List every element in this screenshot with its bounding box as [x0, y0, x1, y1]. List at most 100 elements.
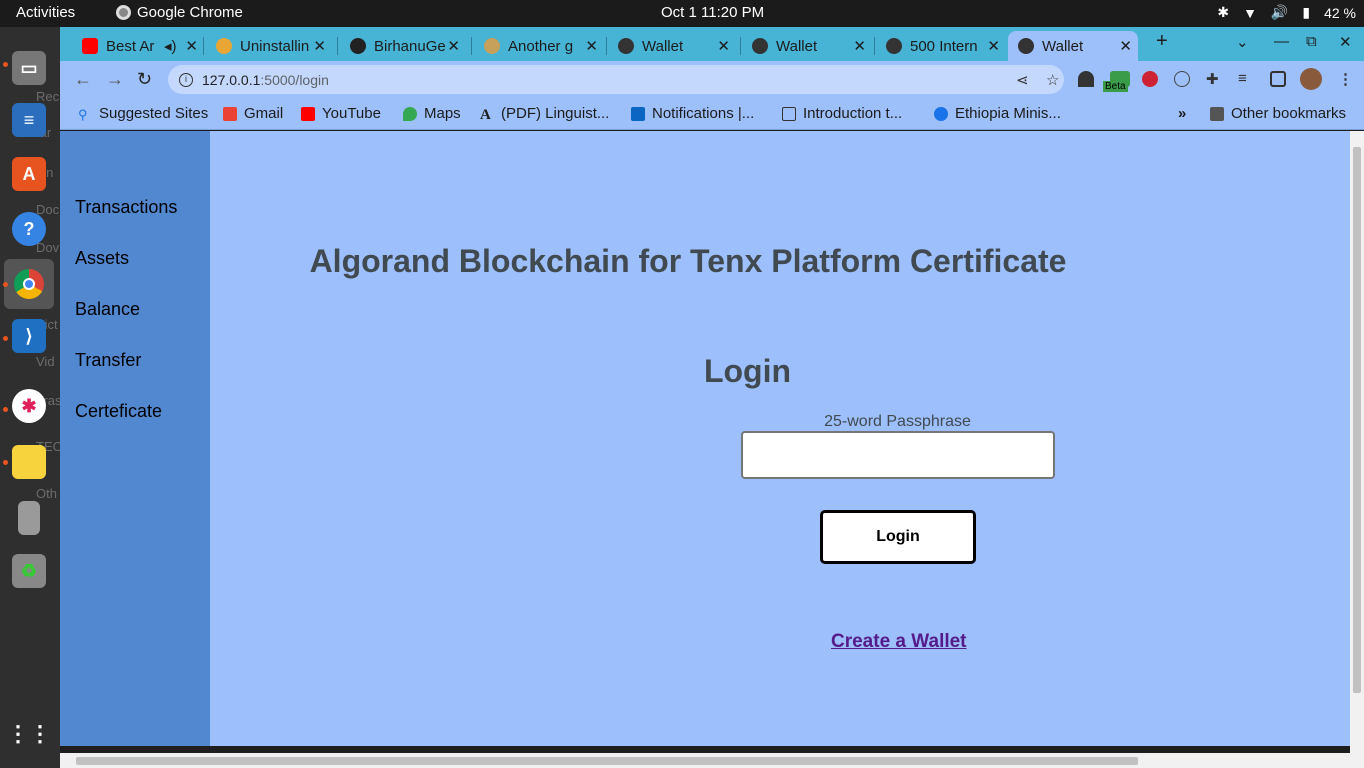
- app-menu[interactable]: Google Chrome: [116, 4, 243, 21]
- tab-uninstalling[interactable]: Uninstallin ✕: [206, 31, 332, 61]
- tab-wallet-active[interactable]: Wallet ✕: [1008, 31, 1138, 61]
- close-tab-icon[interactable]: ✕: [313, 37, 326, 55]
- close-tab-icon[interactable]: ✕: [585, 37, 598, 55]
- youtube-icon: [82, 38, 98, 54]
- battery-icon[interactable]: ▮: [1302, 4, 1310, 21]
- files-icon[interactable]: ▭: [12, 51, 46, 85]
- volume-icon[interactable]: 🔊: [1271, 4, 1288, 21]
- tab-wallet-2[interactable]: Wallet ✕: [742, 31, 872, 61]
- bookmark-item[interactable]: Gmail: [223, 105, 283, 122]
- create-wallet-link[interactable]: Create a Wallet: [831, 631, 967, 653]
- app-name: Google Chrome: [137, 4, 243, 21]
- minimize-button[interactable]: —: [1274, 33, 1289, 50]
- nav-transactions[interactable]: Transactions: [75, 197, 177, 218]
- desktop-label: Oth: [36, 486, 57, 501]
- page-icon: [484, 38, 500, 54]
- clock[interactable]: Oct 1 11:20 PM: [661, 4, 764, 21]
- slack-icon[interactable]: ✱: [12, 389, 46, 423]
- chrome-dock-icon[interactable]: [4, 259, 54, 309]
- system-top-bar: Activities Google Chrome Oct 1 11:20 PM …: [0, 0, 1364, 27]
- bookmark-item[interactable]: Maps: [403, 105, 461, 122]
- bookmark-item[interactable]: Notifications |...: [631, 105, 754, 122]
- close-tab-icon[interactable]: ✕: [1119, 37, 1132, 55]
- forward-button[interactable]: →: [106, 69, 124, 90]
- chrome-icon: [116, 5, 131, 20]
- site-info-icon[interactable]: i: [179, 72, 193, 87]
- dock: Rec tar lon Doc Dov Pict Vid Tras TEC Ot…: [0, 27, 62, 768]
- system-tray[interactable]: ✱ ▼ 🔊 ▮ 42 %: [1217, 4, 1356, 21]
- nav-certificate[interactable]: Certeficate: [75, 401, 162, 422]
- vertical-scrollbar[interactable]: [1350, 131, 1364, 753]
- horizontal-scrollbar[interactable]: [60, 753, 1364, 768]
- login-heading: Login: [703, 353, 792, 389]
- vscode-icon[interactable]: ⟩: [12, 319, 46, 353]
- more-bookmarks-button[interactable]: »: [1178, 105, 1186, 122]
- close-window-button[interactable]: ✕: [1339, 33, 1352, 51]
- beta-badge: Beta: [1103, 81, 1128, 92]
- bookmark-item[interactable]: Introduction t...: [782, 105, 902, 122]
- side-panel-icon[interactable]: [1270, 71, 1286, 87]
- slack-tray-icon[interactable]: ✱: [1217, 4, 1229, 21]
- github-icon: [350, 38, 366, 54]
- extension-icon[interactable]: [1174, 71, 1190, 87]
- new-tab-button[interactable]: +: [1156, 30, 1168, 53]
- close-tab-icon[interactable]: ✕: [987, 37, 1000, 55]
- audio-icon[interactable]: ◂): [164, 37, 177, 55]
- bookmark-item[interactable]: A (PDF) Linguist...: [480, 105, 609, 123]
- trash-icon[interactable]: ♻: [12, 554, 46, 588]
- folder-icon: [1210, 106, 1224, 121]
- sidebar: Transactions Assets Balance Transfer Cer…: [60, 131, 210, 746]
- activities-button[interactable]: Activities: [16, 4, 75, 21]
- tab-search-icon[interactable]: ⌄: [1236, 33, 1249, 51]
- bookmark-star-icon[interactable]: ☆: [1046, 71, 1059, 89]
- close-tab-icon[interactable]: ✕: [717, 37, 730, 55]
- linkedin-icon: [631, 106, 645, 121]
- blocker-extension-icon[interactable]: [1142, 71, 1158, 87]
- tab-another[interactable]: Another g ✕: [474, 31, 604, 61]
- back-button[interactable]: ←: [74, 69, 92, 90]
- sticky-notes-icon[interactable]: [12, 445, 46, 479]
- tab-500-error[interactable]: 500 Intern ✕: [876, 31, 1006, 61]
- nav-assets[interactable]: Assets: [75, 248, 129, 269]
- document-viewer-icon[interactable]: ≡: [12, 103, 46, 137]
- academia-icon: A: [480, 106, 491, 123]
- show-apps-icon[interactable]: ⋮⋮: [7, 717, 51, 751]
- avatar[interactable]: [1300, 68, 1322, 90]
- bookmark-item[interactable]: Ethiopia Minis...: [934, 105, 1061, 122]
- gmail-icon: [223, 106, 237, 121]
- close-tab-icon[interactable]: ✕: [447, 37, 460, 55]
- globe-icon: [886, 38, 902, 54]
- usb-drive-icon[interactable]: [18, 501, 40, 535]
- desktop-label: Rec: [36, 89, 60, 104]
- bookmark-item[interactable]: ⚲ Suggested Sites: [78, 105, 208, 122]
- tab-best[interactable]: Best Ar ◂) ✕: [72, 31, 204, 61]
- login-button[interactable]: Login: [820, 510, 976, 564]
- passphrase-input[interactable]: [741, 431, 1055, 479]
- software-center-icon[interactable]: A: [12, 157, 46, 191]
- close-tab-icon[interactable]: ✕: [853, 37, 866, 55]
- passphrase-label: 25-word Passphrase: [824, 413, 971, 430]
- site-icon: [934, 106, 948, 121]
- close-tab-icon[interactable]: ✕: [185, 37, 198, 55]
- youtube-icon: [301, 106, 315, 121]
- tab-wallet-1[interactable]: Wallet ✕: [608, 31, 736, 61]
- menu-icon[interactable]: ⋮: [1338, 70, 1353, 88]
- web-page: Transactions Assets Balance Transfer Cer…: [60, 131, 1350, 746]
- bookmark-item[interactable]: YouTube: [301, 105, 381, 122]
- help-icon[interactable]: ?: [12, 212, 46, 246]
- tab-strip: Best Ar ◂) ✕ Uninstallin ✕ BirhanuGe ✕ A…: [60, 27, 1364, 61]
- bookmarks-bar: ⚲ Suggested Sites Gmail YouTube Maps A (PD…: [60, 98, 1364, 130]
- extension-icon[interactable]: [1078, 71, 1094, 87]
- desktop-label: Vid: [36, 354, 55, 369]
- wifi-icon[interactable]: ▼: [1243, 5, 1257, 21]
- other-bookmarks[interactable]: Other bookmarks: [1210, 105, 1346, 122]
- extensions-puzzle-icon[interactable]: ✚: [1206, 70, 1219, 88]
- restore-button[interactable]: ⧉: [1306, 33, 1317, 50]
- nav-balance[interactable]: Balance: [75, 299, 140, 320]
- share-icon[interactable]: ⋖: [1016, 71, 1029, 89]
- address-bar[interactable]: i 127.0.0.1 :5000/login ⋖ ☆: [168, 65, 1064, 94]
- reading-list-icon[interactable]: ≡: [1238, 70, 1247, 87]
- reload-button[interactable]: ↻: [137, 69, 152, 90]
- url-host: 127.0.0.1: [202, 71, 261, 88]
- tab-github[interactable]: BirhanuGe ✕: [340, 31, 466, 61]
